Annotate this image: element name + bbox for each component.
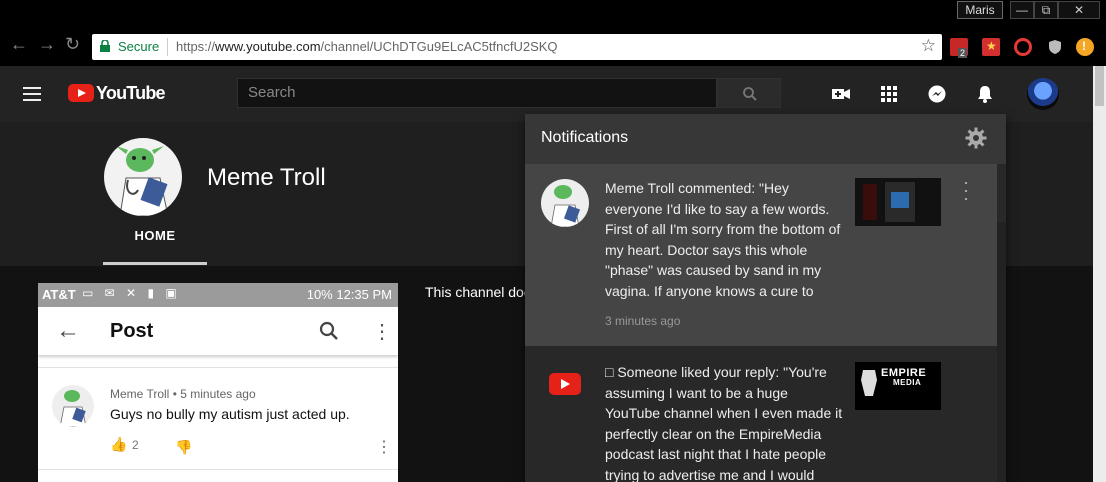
profile-button[interactable]: Maris xyxy=(957,1,1003,19)
youtube-logo-text[interactable]: YouTube xyxy=(96,83,166,104)
notification-thumbnail[interactable] xyxy=(855,178,941,226)
search-button[interactable] xyxy=(717,78,781,108)
upload-video-icon[interactable] xyxy=(831,84,851,104)
lock-icon xyxy=(100,40,110,52)
comment-more-icon[interactable]: ⋮ xyxy=(376,437,392,457)
youtube-notification-icon xyxy=(549,373,581,395)
post-title: Post xyxy=(110,320,154,342)
thumbs-up-icon[interactable]: 👍 xyxy=(110,436,127,453)
shield-extension-icon[interactable] xyxy=(1046,38,1064,56)
adblock-extension-icon[interactable]: 2 xyxy=(950,38,968,58)
record-extension-icon[interactable] xyxy=(1014,38,1032,56)
search-input[interactable]: Search xyxy=(237,78,717,108)
comment-avatar xyxy=(52,385,94,427)
divider xyxy=(38,367,398,368)
secure-label: Secure xyxy=(118,39,160,54)
close-window-button[interactable]: ✕ xyxy=(1058,1,1100,19)
thumbs-down-icon[interactable]: 👎 xyxy=(175,439,192,456)
notification-more-icon[interactable]: · · · xyxy=(963,173,969,207)
back-icon[interactable]: ← xyxy=(10,34,28,54)
notifications-header: Notifications xyxy=(525,114,1006,164)
notifications-panel: Notifications Meme Troll commented: "Hey… xyxy=(525,114,1006,482)
youtube-logo-icon[interactable] xyxy=(68,84,94,102)
channel-title: Meme Troll xyxy=(207,164,326,191)
channel-avatar xyxy=(104,138,182,216)
minimize-button[interactable]: — xyxy=(1010,1,1034,19)
empire-logo-icon xyxy=(861,370,877,396)
phone-screenshot: AT&T ▭ ✉ ✕ ▮ ▣ 10% 12:35 PM ← Post ⋮ Mem… xyxy=(38,283,398,482)
status-icons: ▭ ✉ ✕ ▮ ▣ xyxy=(82,286,181,300)
star-extension-icon[interactable]: ★ xyxy=(982,38,1000,56)
notification-thumbnail[interactable]: EMPIRE MEDIA xyxy=(855,362,941,410)
page-scrollbar[interactable] xyxy=(1093,66,1106,482)
notifications-bell-icon[interactable] xyxy=(975,84,995,104)
notification-text: Meme Troll commented: "Hey everyone I'd … xyxy=(605,180,841,299)
tab-home[interactable]: HOME xyxy=(103,228,207,243)
phone-app-bar: ← Post ⋮ xyxy=(38,307,398,355)
reload-icon[interactable]: ↻ xyxy=(65,34,80,54)
window-titlebar: Maris — ⧉ ✕ xyxy=(0,0,1106,22)
notification-avatar xyxy=(541,179,589,227)
more-vert-icon[interactable]: ⋮ xyxy=(372,319,392,344)
address-bar[interactable]: Secure https://www.youtube.com/channel/U… xyxy=(92,34,942,60)
back-arrow-icon[interactable]: ← xyxy=(56,317,80,345)
phone-status-bar: AT&T ▭ ✉ ✕ ▮ ▣ 10% 12:35 PM xyxy=(38,283,398,307)
notifications-title: Notifications xyxy=(541,129,629,146)
menu-icon[interactable] xyxy=(23,87,41,101)
comment-meta: Meme Troll • 5 minutes ago xyxy=(110,387,256,401)
carrier-label: AT&T xyxy=(42,287,76,302)
notification-text[interactable]: □ Someone liked your reply: "You're assu… xyxy=(605,362,845,482)
apps-grid-icon[interactable] xyxy=(879,84,899,104)
notifications-scrollbar[interactable] xyxy=(997,222,1006,482)
channel-about-text: This channel doe xyxy=(425,284,532,300)
notification-item[interactable]: Meme Troll commented: "Hey everyone I'd … xyxy=(525,164,997,346)
account-avatar[interactable] xyxy=(1027,78,1059,110)
maximize-button[interactable]: ⧉ xyxy=(1034,1,1058,19)
search-icon[interactable] xyxy=(318,320,340,342)
url-text[interactable]: https://www.youtube.com/channel/UChDTGu9… xyxy=(176,39,558,54)
like-count: 2 xyxy=(132,438,139,452)
comment-text: Guys no bully my autism just acted up. xyxy=(110,406,350,422)
search-icon xyxy=(743,87,757,101)
url-divider xyxy=(167,38,168,56)
gear-icon[interactable] xyxy=(965,127,987,149)
divider xyxy=(38,469,398,470)
bookmark-star-icon[interactable]: ☆ xyxy=(921,36,936,56)
tab-home-indicator xyxy=(103,262,207,265)
warning-extension-icon[interactable]: ! xyxy=(1076,38,1094,56)
thumbnail-subtitle: MEDIA xyxy=(893,378,922,387)
forward-icon[interactable]: → xyxy=(38,34,56,54)
messages-icon[interactable] xyxy=(927,84,947,104)
notification-time: 3 minutes ago xyxy=(605,314,681,328)
status-right: 10% 12:35 PM xyxy=(306,287,392,302)
